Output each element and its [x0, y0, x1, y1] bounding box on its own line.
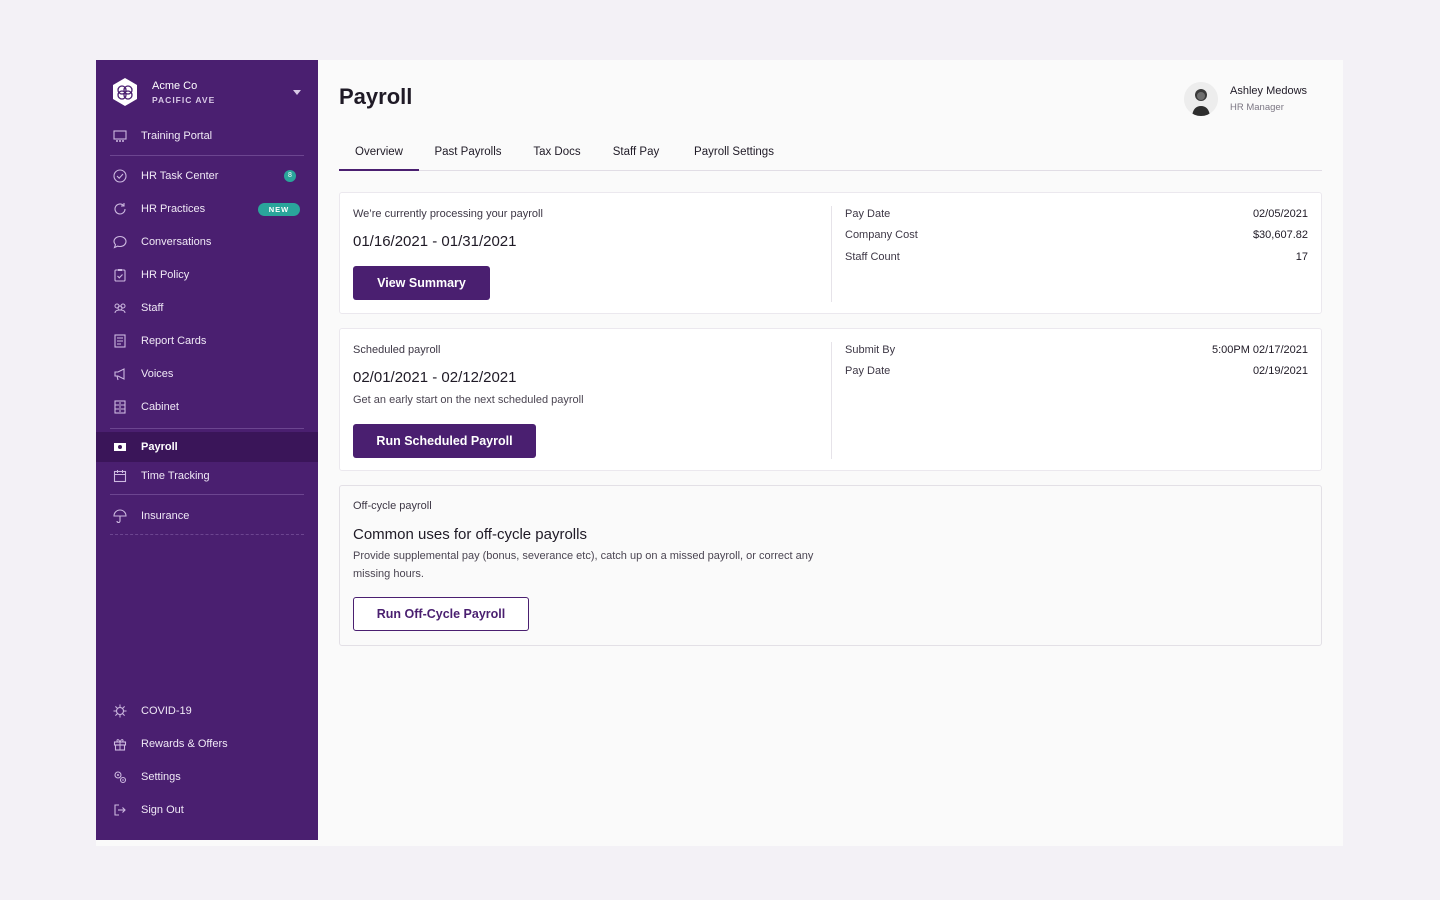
tab-payroll-settings[interactable]: Payroll Settings [684, 140, 784, 171]
run-scheduled-payroll-button[interactable]: Run Scheduled Payroll [353, 424, 536, 458]
sidebar-divider [110, 155, 304, 156]
scheduled-payroll-card: Scheduled payroll 02/01/2021 - 02/12/202… [339, 328, 1322, 471]
avatar [1184, 82, 1218, 116]
staff-count-label: Staff Count [845, 251, 900, 263]
sign-out-icon [114, 804, 126, 816]
sidebar-item-label: Rewards & Offers [141, 738, 228, 750]
sidebar-item-label: Time Tracking [141, 470, 210, 482]
sidebar-item-conversations[interactable]: Conversations [96, 227, 318, 257]
sidebar-item-hr-task-center[interactable]: HR Task Center 8 [96, 161, 318, 191]
card-divider [831, 342, 832, 459]
view-summary-button[interactable]: View Summary [353, 266, 490, 300]
off-cycle-payroll-card: Off-cycle payroll Common uses for off-cy… [339, 485, 1322, 646]
sidebar-item-cabinet[interactable]: Cabinet [96, 392, 318, 422]
virus-icon [113, 704, 127, 718]
pay-date-value: 02/05/2021 [1252, 208, 1308, 220]
sidebar-item-label: Conversations [141, 236, 212, 248]
scheduled-payroll-description: Get an early start on the next scheduled… [353, 394, 584, 406]
people-icon [114, 303, 126, 314]
gift-icon [113, 739, 127, 751]
user-role: HR Manager [1230, 102, 1284, 113]
tab-tax-docs[interactable]: Tax Docs [525, 140, 589, 171]
sidebar-item-voices[interactable]: Voices [96, 359, 318, 389]
umbrella-icon [113, 509, 127, 523]
scheduled-payroll-range: 02/01/2021 - 02/12/2021 [353, 369, 517, 386]
report-icon [114, 334, 126, 348]
clipboard-check-icon [114, 269, 126, 282]
user-profile[interactable]: Ashley Medows HR Manager [1184, 82, 1307, 116]
tab-overview[interactable]: Overview [339, 140, 419, 171]
company-cost-value: $30,607.82 [1252, 229, 1308, 241]
sidebar-item-rewards-offers[interactable]: Rewards & Offers [96, 729, 318, 759]
sidebar-item-label: HR Policy [141, 269, 190, 281]
sidebar-item-report-cards[interactable]: Report Cards [96, 326, 318, 356]
current-payroll-range: 01/16/2021 - 01/31/2021 [353, 233, 517, 250]
sidebar-item-label: HR Practices [141, 203, 206, 215]
current-payroll-card: We’re currently processing your payroll … [339, 192, 1322, 314]
sidebar-item-label: HR Task Center [141, 170, 219, 182]
task-count-badge: 8 [284, 170, 296, 182]
sidebar-divider [110, 534, 304, 535]
staff-count-value: 17 [1295, 251, 1308, 263]
pay-date-label: Pay Date [845, 208, 891, 220]
off-cycle-label: Off-cycle payroll [353, 500, 432, 512]
sidebar-item-insurance[interactable]: Insurance [96, 501, 318, 531]
tab-past-payrolls[interactable]: Past Payrolls [427, 140, 509, 171]
sidebar-item-hr-policy[interactable]: HR Policy [96, 260, 318, 290]
company-location: PACIFIC AVE [152, 95, 216, 105]
current-payroll-label: We’re currently processing your payroll [353, 208, 543, 220]
tab-staff-pay[interactable]: Staff Pay [603, 140, 669, 171]
sidebar-divider [110, 428, 304, 429]
sidebar-item-label: Voices [141, 368, 174, 380]
company-logo-icon [113, 78, 137, 106]
cabinet-icon [114, 400, 126, 414]
sidebar-item-hr-practices[interactable]: HR Practices NEW [96, 194, 318, 224]
card-divider [831, 206, 832, 302]
chat-bubble-icon [113, 235, 127, 249]
sidebar-item-sign-out[interactable]: Sign Out [96, 795, 318, 825]
sidebar-item-label: Training Portal [141, 130, 213, 142]
company-cost-label: Company Cost [845, 229, 918, 241]
user-name: Ashley Medows [1230, 85, 1308, 97]
sidebar: Acme Co PACIFIC AVE Training Portal HR T… [96, 60, 318, 840]
sidebar-item-label: Payroll [141, 441, 178, 453]
company-name: Acme Co [152, 80, 198, 92]
sidebar-item-label: Cabinet [141, 401, 179, 413]
chevron-down-icon [293, 89, 301, 95]
check-circle-icon [113, 169, 127, 183]
off-cycle-description: Provide supplemental pay (bonus, severan… [353, 550, 814, 580]
app-window: Acme Co PACIFIC AVE Training Portal HR T… [96, 60, 1343, 846]
sidebar-item-label: COVID-19 [141, 705, 192, 717]
tab-bar: Overview Past Payrolls Tax Docs Staff Pa… [339, 140, 1322, 171]
sidebar-item-label: Insurance [141, 510, 190, 522]
sidebar-item-time-tracking[interactable]: Time Tracking [96, 461, 318, 491]
company-switcher[interactable]: Acme Co PACIFIC AVE [110, 76, 306, 108]
sidebar-item-staff[interactable]: Staff [96, 293, 318, 323]
pay-date-label: Pay Date [845, 365, 891, 377]
calendar-icon [113, 470, 127, 483]
sidebar-item-label: Sign Out [141, 804, 184, 816]
submit-by-value: 5:00PM 02/17/2021 [1211, 344, 1308, 356]
cash-icon [114, 443, 126, 451]
new-badge: NEW [258, 202, 300, 216]
sidebar-item-payroll[interactable]: Payroll [96, 432, 318, 462]
sidebar-item-training-portal[interactable]: Training Portal [96, 121, 318, 151]
sidebar-item-covid-19[interactable]: COVID-19 [96, 696, 318, 726]
run-off-cycle-payroll-button[interactable]: Run Off-Cycle Payroll [353, 597, 529, 631]
sidebar-item-label: Settings [141, 771, 181, 783]
pay-date-value: 02/19/2021 [1252, 365, 1308, 377]
page-title: Payroll [339, 84, 413, 109]
sidebar-divider [110, 494, 304, 495]
submit-by-label: Submit By [845, 344, 896, 356]
sidebar-item-label: Report Cards [141, 335, 207, 347]
training-icon [113, 130, 127, 142]
megaphone-icon [114, 368, 125, 381]
off-cycle-title: Common uses for off-cycle payrolls [353, 526, 587, 543]
sidebar-item-label: Staff [141, 302, 164, 314]
sidebar-item-settings[interactable]: Settings [96, 762, 318, 792]
scheduled-payroll-label: Scheduled payroll [353, 344, 441, 356]
refresh-icon [114, 203, 126, 215]
gear-icon [114, 771, 127, 784]
